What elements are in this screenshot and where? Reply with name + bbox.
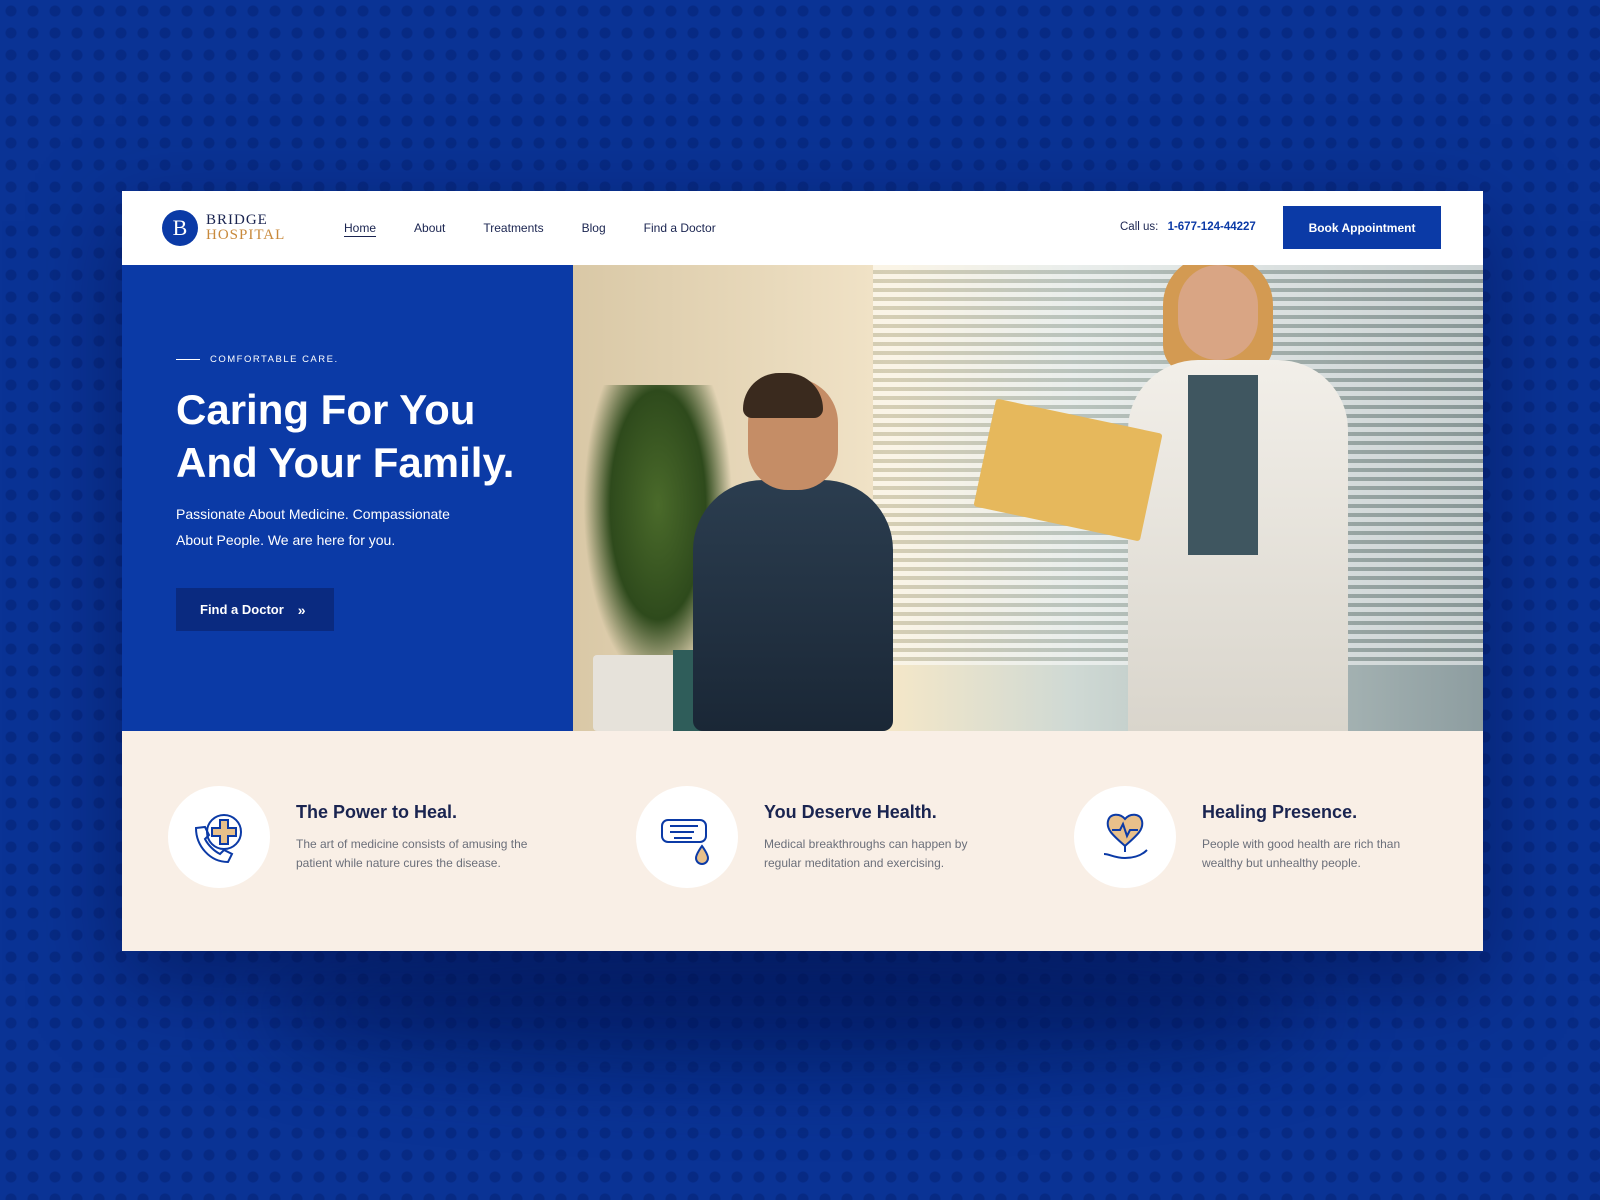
nav-treatments[interactable]: Treatments (483, 221, 543, 235)
feature-desc: Medical breakthroughs can happen by regu… (764, 837, 968, 870)
feature-title: The Power to Heal. (296, 802, 458, 822)
hero-eyebrow: COMFORTABLE CARE. (176, 354, 339, 365)
features-section: The Power to Heal. The art of medicine c… (122, 731, 1483, 951)
nav-home[interactable]: Home (344, 221, 376, 235)
logo-mark: B (162, 210, 198, 246)
feature-text: You Deserve Health. Medical breakthrough… (764, 802, 1004, 888)
photo-doctor-shirt (1188, 375, 1258, 555)
heart-in-hand-icon (1074, 786, 1176, 888)
book-appointment-button[interactable]: Book Appointment (1283, 206, 1441, 249)
nav-blog[interactable]: Blog (582, 221, 606, 235)
eyebrow-text: COMFORTABLE CARE. (210, 354, 339, 365)
photo-patient (693, 480, 893, 731)
nav-find-doctor[interactable]: Find a Doctor (644, 221, 716, 235)
logo-text: BRIDGE HOSPITAL (206, 213, 285, 243)
eyebrow-line (176, 359, 200, 360)
call-label: Call us: (1120, 221, 1159, 233)
frame-shadow (260, 950, 1320, 1070)
feature-title: Healing Presence. (1202, 802, 1358, 822)
finger-blood-drop-icon (636, 786, 738, 888)
nav-about[interactable]: About (414, 221, 445, 235)
double-chevron-right-icon: » (297, 601, 306, 618)
phone-medical-cross-icon (168, 786, 270, 888)
find-doctor-label: Find a Doctor (200, 602, 284, 617)
hero-subtitle: Passionate About Medicine. Compassionate… (176, 506, 450, 548)
site-header: B BRIDGE HOSPITAL Home About Treatments … (122, 191, 1483, 265)
feature-text: Healing Presence. People with good healt… (1202, 802, 1442, 888)
feature-text: The Power to Heal. The art of medicine c… (296, 802, 536, 888)
find-doctor-button[interactable]: Find a Doctor » (176, 588, 334, 631)
feature-desc: The art of medicine consists of amusing … (296, 837, 528, 870)
hero-panel: COMFORTABLE CARE. Caring For You And You… (122, 265, 573, 731)
hero-photo (573, 265, 1483, 731)
call-us: Call us: 1-677-124-44227 (1120, 221, 1256, 233)
feature-desc: People with good health are rich than we… (1202, 837, 1401, 870)
photo-plant-pot (593, 655, 683, 731)
feature-item: The Power to Heal. The art of medicine c… (168, 786, 536, 888)
hero-title: Caring For You And Your Family. (176, 386, 515, 486)
website-frame: B BRIDGE HOSPITAL Home About Treatments … (122, 191, 1483, 951)
logo-name-bottom: HOSPITAL (206, 227, 286, 243)
feature-item: You Deserve Health. Medical breakthrough… (636, 786, 1004, 888)
feature-item: Healing Presence. People with good healt… (1074, 786, 1442, 888)
feature-title: You Deserve Health. (764, 802, 937, 822)
photo-doctor-head (1178, 265, 1258, 360)
main-nav: Home About Treatments Blog Find a Doctor (344, 221, 754, 235)
logo[interactable]: B BRIDGE HOSPITAL (162, 210, 285, 246)
phone-link[interactable]: 1-677-124-44227 (1168, 221, 1256, 233)
logo-name-top: BRIDGE (206, 212, 268, 228)
